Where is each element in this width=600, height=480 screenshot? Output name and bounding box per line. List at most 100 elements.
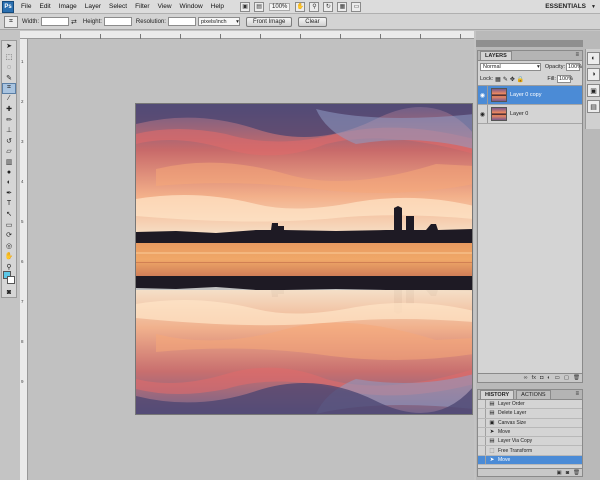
history-source-box[interactable]: [478, 409, 486, 418]
resolution-unit-select[interactable]: pixels/inch ▾: [197, 17, 240, 26]
zoom-tool-icon[interactable]: ⚲: [309, 1, 320, 12]
clone-stamp-tool[interactable]: ⊥: [2, 125, 16, 136]
menu-select[interactable]: Select: [105, 3, 131, 10]
history-item[interactable]: ▤ Layer Via Copy: [478, 437, 582, 447]
swap-icon[interactable]: ⇄: [71, 18, 77, 26]
panel-menu-icon[interactable]: ≡: [575, 391, 579, 397]
menu-help[interactable]: Help: [207, 3, 228, 10]
ruler-horizontal[interactable]: [20, 31, 474, 39]
panel-collapse-bar[interactable]: [476, 40, 583, 47]
history-item[interactable]: ▣ Canvas Size: [478, 418, 582, 428]
tab-history[interactable]: HISTORY: [480, 390, 515, 399]
sunset-reflection-image: [136, 104, 472, 414]
menu-filter[interactable]: Filter: [131, 3, 153, 10]
panel-menu-icon[interactable]: ≡: [575, 52, 579, 58]
tab-actions[interactable]: ACTIONS: [516, 390, 551, 399]
opacity-input[interactable]: 100%: [566, 63, 582, 71]
add-mask-icon[interactable]: ◘: [540, 375, 543, 381]
background-color-swatch[interactable]: [7, 276, 15, 284]
adjustment-layer-icon[interactable]: ◐: [547, 375, 550, 381]
delete-state-icon[interactable]: 🗑: [573, 470, 580, 476]
lock-transparency-icon[interactable]: ▦: [495, 76, 501, 83]
resolution-input[interactable]: [167, 17, 196, 26]
arrange-documents-icon[interactable]: ▦: [337, 1, 348, 12]
bridge-icon[interactable]: ▣: [240, 1, 251, 12]
eyedropper-tool[interactable]: ⁄: [2, 94, 16, 105]
new-document-from-state-icon[interactable]: ▣: [556, 470, 561, 476]
zoom-level-select[interactable]: 100%: [269, 2, 291, 11]
3d-rotate-tool[interactable]: ⟳: [2, 230, 16, 241]
menu-view[interactable]: View: [154, 3, 176, 10]
rectangle-tool[interactable]: ▭: [2, 220, 16, 231]
quick-mask-tool[interactable]: ◙: [2, 287, 16, 298]
move-tool[interactable]: ➤: [2, 41, 16, 52]
marquee-tool[interactable]: ⬚: [2, 52, 16, 63]
brush-tool[interactable]: ✏: [2, 115, 16, 126]
layers-panel: LAYERS ≡ Normal ▾ Opacity: 100% Lock: ▦ …: [477, 50, 583, 383]
dodge-tool[interactable]: ◐: [2, 178, 16, 189]
masks-panel-icon[interactable]: ▣: [587, 84, 600, 97]
pen-tool[interactable]: ✒: [2, 188, 16, 199]
ruler-vertical[interactable]: 1 2 3 4 5 6 7 8 9: [20, 39, 28, 480]
history-item[interactable]: ▤ Layer Order: [478, 400, 582, 410]
history-item[interactable]: ➤ Move: [478, 427, 582, 438]
screen-mode-icon[interactable]: ▭: [351, 1, 362, 12]
hand-tool-icon[interactable]: ✋: [295, 1, 306, 12]
blend-mode-select[interactable]: Normal ▾: [480, 63, 541, 71]
menu-edit[interactable]: Edit: [35, 3, 54, 10]
history-item[interactable]: ⬚ Free Transform: [478, 446, 582, 456]
menu-window[interactable]: Window: [176, 3, 207, 10]
history-source-box[interactable]: [478, 437, 486, 446]
layer-row[interactable]: ◉ Layer 0: [478, 105, 582, 124]
delete-layer-icon[interactable]: 🗑: [573, 375, 580, 381]
hand-tool[interactable]: ✋: [2, 251, 16, 262]
front-image-button[interactable]: Front Image: [245, 16, 293, 27]
layer-row[interactable]: ◉ Layer 0 copy: [478, 86, 582, 105]
link-layers-icon[interactable]: ∞: [524, 375, 528, 381]
path-select-tool[interactable]: ↖: [2, 209, 16, 220]
workspace-switcher[interactable]: ESSENTIALS: [545, 3, 586, 10]
history-source-box[interactable]: [478, 400, 486, 409]
menu-image[interactable]: Image: [55, 3, 81, 10]
history-source-box[interactable]: [478, 455, 486, 465]
history-item[interactable]: ▤ Delete Layer: [478, 409, 582, 419]
gradient-tool[interactable]: ▥: [2, 157, 16, 168]
mini-bridge-icon[interactable]: ▤: [254, 1, 265, 12]
width-input[interactable]: [41, 17, 70, 26]
menu-layer[interactable]: Layer: [81, 3, 105, 10]
adjustments-panel-icon[interactable]: ◑: [587, 68, 600, 81]
3d-orbit-tool[interactable]: ◎: [2, 241, 16, 252]
new-layer-icon[interactable]: ▢: [564, 375, 569, 381]
chevron-down-icon[interactable]: ▼: [591, 4, 596, 10]
healing-brush-tool[interactable]: ✚: [2, 104, 16, 115]
lock-position-icon[interactable]: ✥: [510, 76, 515, 83]
fill-input[interactable]: 100%: [556, 75, 573, 83]
history-source-box[interactable]: [478, 446, 486, 455]
eraser-tool[interactable]: ▱: [2, 146, 16, 157]
lock-all-icon[interactable]: 🔒: [517, 76, 524, 83]
snapshot-icon[interactable]: ◙: [566, 470, 569, 476]
crop-tool[interactable]: ⌗: [2, 83, 16, 94]
layer-style-icon[interactable]: fx: [532, 375, 536, 381]
rotate-view-icon[interactable]: ↻: [323, 1, 334, 12]
height-input[interactable]: [103, 17, 132, 26]
type-tool[interactable]: T: [2, 199, 16, 210]
visibility-eye-icon[interactable]: ◉: [478, 86, 488, 104]
menu-file[interactable]: File: [17, 3, 35, 10]
visibility-eye-icon[interactable]: ◉: [478, 105, 488, 123]
quick-select-tool[interactable]: ✎: [2, 73, 16, 84]
clear-button[interactable]: Clear: [298, 16, 327, 27]
tab-layers[interactable]: LAYERS: [480, 51, 512, 60]
history-brush-tool[interactable]: ↺: [2, 136, 16, 147]
history-source-box[interactable]: [478, 418, 486, 427]
lock-pixels-icon[interactable]: ✎: [503, 76, 508, 83]
document-image[interactable]: [135, 103, 473, 415]
styles-panel-icon[interactable]: ▤: [587, 100, 600, 113]
crop-preset-icon[interactable]: ⌗: [4, 15, 18, 28]
lasso-tool[interactable]: ◌: [2, 62, 16, 73]
new-group-icon[interactable]: ▭: [555, 375, 560, 381]
history-source-box[interactable]: [478, 427, 486, 437]
color-panel-icon[interactable]: ◐: [587, 52, 600, 65]
history-item[interactable]: ➤ Move: [478, 455, 582, 466]
blur-tool[interactable]: ●: [2, 167, 16, 178]
